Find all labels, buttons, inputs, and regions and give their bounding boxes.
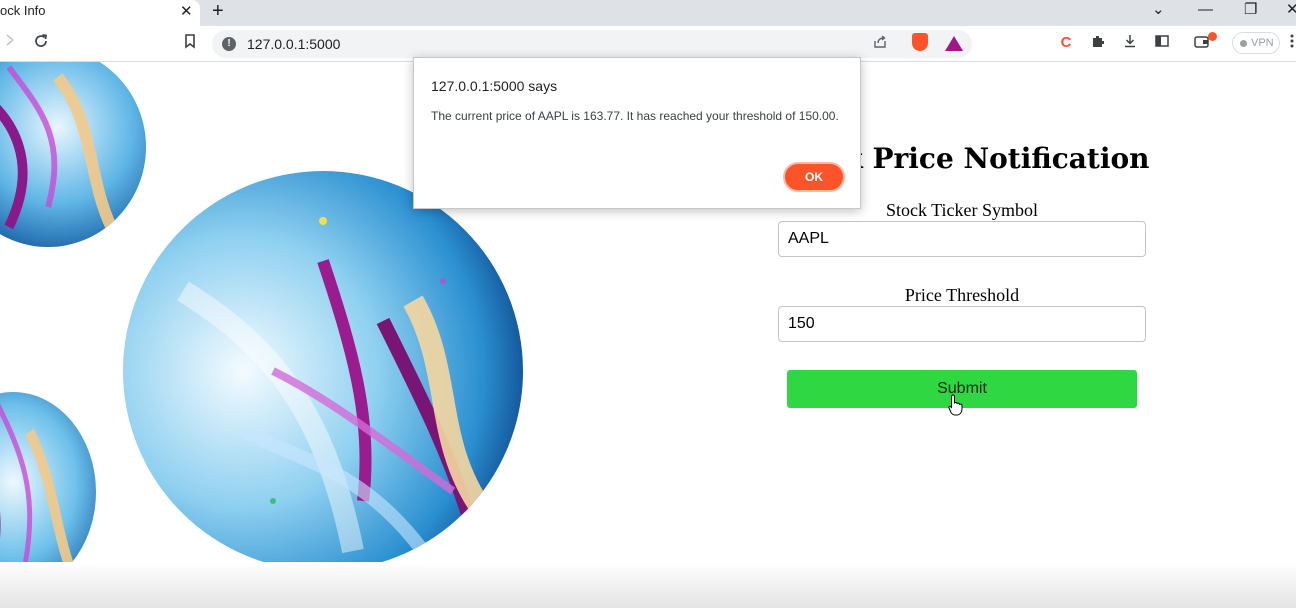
vpn-label: VPN — [1251, 37, 1274, 49]
reload-icon[interactable] — [31, 33, 51, 53]
bottom-fade — [0, 562, 1296, 608]
threshold-label: Price Threshold — [904, 285, 1020, 305]
sidebar-icon[interactable] — [1152, 33, 1172, 53]
tab-strip: ock Info ✕ + ⌄ — ❐ ✕ — [0, 0, 1296, 26]
site-info-icon[interactable]: ! — [222, 37, 236, 51]
address-bar[interactable]: ! 127.0.0.1:5000 — [212, 30, 972, 58]
alert-origin: 127.0.0.1:5000 says — [431, 78, 558, 94]
decorative-bubble-image — [0, 62, 146, 247]
tab-title: ock Info — [0, 3, 46, 18]
tab-search-chevron-icon[interactable]: ⌄ — [1152, 1, 1165, 19]
vpn-button[interactable]: VPN — [1232, 32, 1280, 54]
alert-dialog: 127.0.0.1:5000 says The current price of… — [413, 57, 861, 209]
minimize-icon[interactable]: — — [1198, 1, 1213, 19]
new-tab-icon[interactable]: + — [212, 1, 224, 21]
extension-c-icon[interactable]: C — [1056, 33, 1076, 53]
vpn-status-dot — [1240, 40, 1247, 47]
browser-window: ock Info ✕ + ⌄ — ❐ ✕ ! 127.0.0.1:5000 C — [0, 0, 1296, 608]
active-tab[interactable]: ock Info ✕ — [0, 0, 200, 26]
decorative-bubble-image — [123, 171, 523, 571]
restore-icon[interactable]: ❐ — [1244, 1, 1257, 19]
brave-rewards-icon[interactable] — [945, 36, 963, 51]
menu-icon[interactable] — [1288, 33, 1296, 53]
share-icon[interactable] — [872, 34, 888, 55]
close-window-icon[interactable]: ✕ — [1286, 1, 1296, 19]
close-tab-icon[interactable]: ✕ — [180, 2, 193, 22]
url-text: 127.0.0.1:5000 — [247, 36, 341, 52]
download-icon[interactable] — [1120, 33, 1140, 53]
puzzle-extensions-icon[interactable] — [1088, 33, 1108, 53]
hand-cursor-icon — [948, 394, 964, 421]
ticker-input[interactable]: AAPL — [778, 221, 1146, 257]
alert-message: The current price of AAPL is 163.77. It … — [431, 109, 839, 123]
threshold-input[interactable]: 150 — [778, 306, 1146, 342]
forward-icon[interactable] — [0, 33, 20, 53]
brave-shields-icon[interactable] — [912, 33, 928, 51]
ok-button[interactable]: OK — [783, 162, 845, 192]
wallet-badge — [1208, 32, 1217, 41]
bookmark-icon[interactable] — [180, 33, 200, 53]
